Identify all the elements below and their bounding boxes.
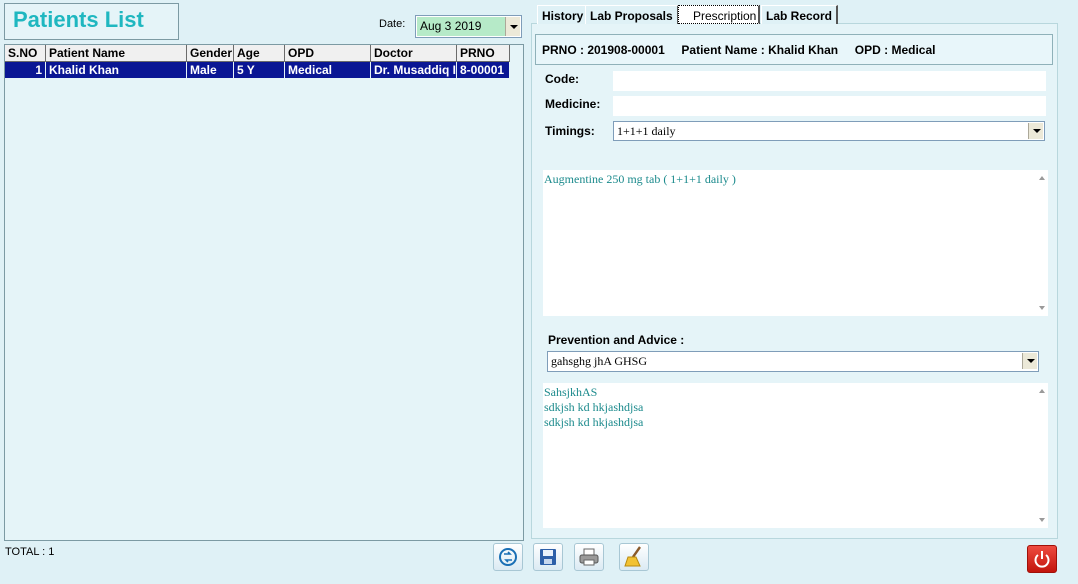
cell-sno[interactable]: 1 — [5, 62, 46, 78]
clear-button[interactable] — [619, 543, 649, 571]
tab-lab-proposals[interactable]: Lab Proposals — [585, 5, 679, 24]
chevron-down-icon[interactable] — [1022, 353, 1037, 369]
tab-history[interactable]: History — [537, 5, 590, 24]
save-icon — [540, 549, 556, 565]
print-button[interactable] — [574, 543, 604, 571]
timings-select[interactable]: 1+1+1 daily — [613, 121, 1045, 141]
code-field[interactable] — [613, 71, 1046, 91]
column-header-doctor[interactable]: Doctor — [371, 45, 457, 62]
column-header-prno[interactable]: PRNO — [457, 45, 510, 62]
medicine-field[interactable] — [613, 96, 1046, 116]
table-row[interactable]: 1 Khalid Khan Male 5 Y Medical Dr. Musad… — [5, 62, 510, 78]
chevron-down-icon[interactable] — [505, 17, 520, 36]
column-header-age[interactable]: Age — [234, 45, 285, 62]
timings-label: Timings: — [545, 124, 595, 138]
code-label: Code: — [545, 72, 579, 86]
date-value[interactable]: Aug 3 2019 — [417, 17, 506, 36]
scroll-up-icon[interactable] — [1039, 389, 1045, 393]
scroll-up-icon[interactable] — [1039, 176, 1045, 180]
tab-prescription[interactable]: Prescription — [678, 5, 760, 24]
tab-lab-record[interactable]: Lab Record — [761, 5, 839, 24]
cell-patient-name[interactable]: Khalid Khan — [46, 62, 187, 78]
cell-doctor[interactable]: Dr. Musaddiq I — [371, 62, 457, 78]
clear-broom-icon — [624, 546, 641, 567]
exit-button[interactable] — [1027, 545, 1057, 573]
print-icon — [579, 548, 599, 566]
scroll-down-icon[interactable] — [1039, 518, 1045, 522]
timings-value: 1+1+1 daily — [617, 124, 676, 138]
patient-info-bar: PRNO : 201908-00001 Patient Name : Khali… — [535, 34, 1053, 65]
advice-line: SahsjkhAS — [544, 385, 598, 399]
grid-header: S.NO Patient Name Gender Age OPD Doctor … — [5, 45, 510, 62]
column-header-opd[interactable]: OPD — [285, 45, 371, 62]
page-title: Patients List — [13, 7, 144, 32]
column-header-patient-name[interactable]: Patient Name — [46, 45, 187, 62]
prescription-line: Augmentine 250 mg tab ( 1+1+1 daily ) — [544, 172, 736, 186]
advice-line: sdkjsh kd hkjashdjsa — [544, 415, 644, 429]
prescription-memo[interactable]: Augmentine 250 mg tab ( 1+1+1 daily ) — [543, 170, 1048, 316]
medicine-label: Medicine: — [545, 97, 601, 111]
chevron-down-icon[interactable] — [1028, 123, 1043, 139]
advice-line: sdkjsh kd hkjashdjsa — [544, 400, 644, 414]
cell-opd[interactable]: Medical — [285, 62, 371, 78]
date-picker[interactable]: Aug 3 2019 — [415, 15, 522, 38]
memo-scrollbar[interactable] — [1036, 383, 1048, 528]
cell-prno[interactable]: 8-00001 — [457, 62, 510, 78]
advice-select[interactable]: gahsghg jhA GHSG — [547, 351, 1039, 372]
patients-grid[interactable]: S.NO Patient Name Gender Age OPD Doctor … — [4, 44, 524, 541]
advice-label: Prevention and Advice : — [548, 333, 685, 347]
cell-gender[interactable]: Male — [187, 62, 234, 78]
power-icon — [1034, 551, 1050, 568]
refresh-button[interactable] — [493, 543, 523, 571]
memo-scrollbar[interactable] — [1036, 170, 1048, 316]
column-header-sno[interactable]: S.NO — [5, 45, 46, 62]
scroll-down-icon[interactable] — [1039, 306, 1045, 310]
refresh-icon — [499, 548, 517, 566]
advice-memo[interactable]: SahsjkhAS sdkjsh kd hkjashdjsa sdkjsh kd… — [543, 383, 1048, 528]
title-box: Patients List — [4, 3, 179, 40]
total-count: TOTAL : 1 — [5, 546, 55, 558]
advice-value: gahsghg jhA GHSG — [551, 354, 648, 368]
save-button[interactable] — [533, 543, 563, 571]
cell-age[interactable]: 5 Y — [234, 62, 285, 78]
column-header-gender[interactable]: Gender — [187, 45, 234, 62]
date-label: Date: — [379, 18, 406, 30]
